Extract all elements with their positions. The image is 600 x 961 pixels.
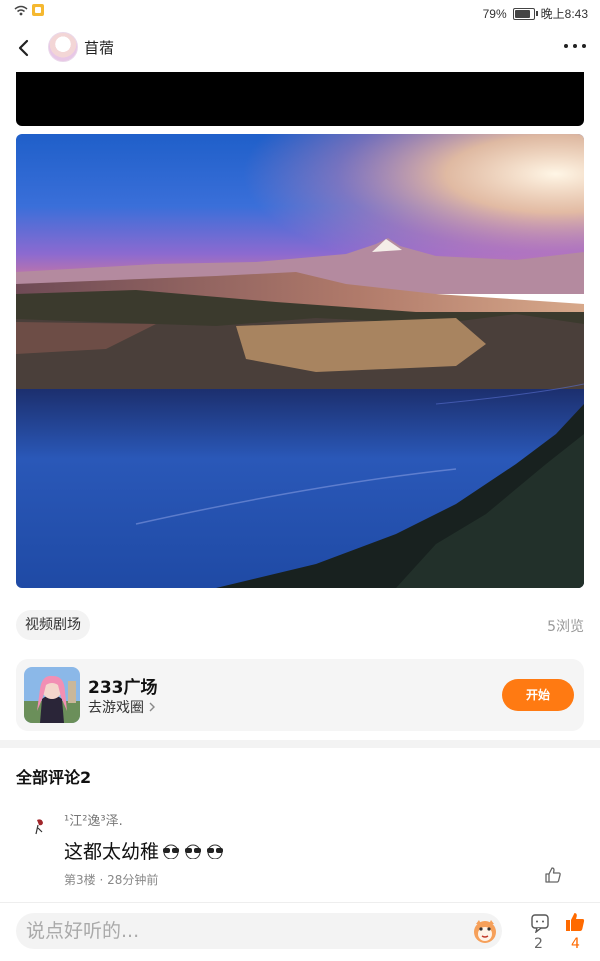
game-title: 233广场: [88, 678, 158, 698]
wifi-icon: [14, 5, 28, 15]
section-divider: [0, 740, 600, 748]
more-dot-icon: [573, 44, 577, 48]
comment-input[interactable]: [16, 913, 502, 949]
video-player[interactable]: [16, 72, 584, 126]
status-right: 79% 晚上8:43: [483, 5, 588, 22]
view-count: 5浏览: [547, 619, 584, 635]
post-image[interactable]: [16, 134, 584, 588]
comment-count: 2: [534, 936, 543, 952]
comment-meta: 第3楼 · 28分钟前: [64, 873, 159, 887]
back-button[interactable]: [12, 34, 36, 62]
game-card[interactable]: 233广场 去游戏圈 开始: [16, 659, 584, 731]
comment-text: 这都太幼稚: [64, 837, 225, 864]
author-avatar[interactable]: [48, 32, 78, 62]
more-options-button[interactable]: [564, 36, 586, 56]
sunglasses-emoji-icon: [185, 844, 202, 859]
landscape-image: [16, 134, 584, 588]
commenter-name[interactable]: ¹江²逸³泽.: [64, 810, 123, 829]
sunglasses-emoji-icon: [207, 844, 224, 859]
game-circle-label: 去游戏圈: [88, 700, 144, 716]
status-bar: 79% 晚上8:43: [0, 0, 600, 24]
battery-percent: 79%: [482, 6, 507, 21]
comment-icon[interactable]: [530, 913, 550, 933]
top-bar: 苜蓿: [0, 28, 600, 68]
bottom-bar: 2 4: [0, 902, 600, 961]
emoji-sticker-icon[interactable]: [470, 916, 500, 946]
comments-header: 全部评论2: [16, 768, 92, 787]
more-dot-icon: [564, 44, 568, 48]
clock: 晚上8:43: [540, 7, 588, 21]
app-notification-icon: [32, 4, 44, 16]
thumbs-up-icon[interactable]: [544, 866, 562, 884]
battery-icon: [512, 7, 538, 20]
sunglasses-emoji-icon: [163, 844, 180, 859]
more-dot-icon: [582, 44, 586, 48]
author-name[interactable]: 苜蓿: [84, 37, 114, 58]
status-left-icons: [14, 4, 44, 16]
anime-character-icon: [24, 667, 80, 723]
game-icon: [24, 667, 80, 723]
game-circle-link[interactable]: 去游戏圈: [88, 697, 156, 717]
chevron-left-icon: [18, 39, 29, 57]
chevron-right-icon: [149, 702, 155, 712]
commenter-avatar[interactable]: [24, 812, 54, 842]
start-button[interactable]: 开始: [502, 679, 574, 711]
topic-tag[interactable]: 视频剧场: [16, 610, 90, 640]
like-icon[interactable]: [564, 911, 586, 933]
battery-fill: [514, 9, 531, 18]
comment-body: 这都太幼稚: [64, 841, 160, 863]
like-count: 4: [571, 936, 580, 952]
